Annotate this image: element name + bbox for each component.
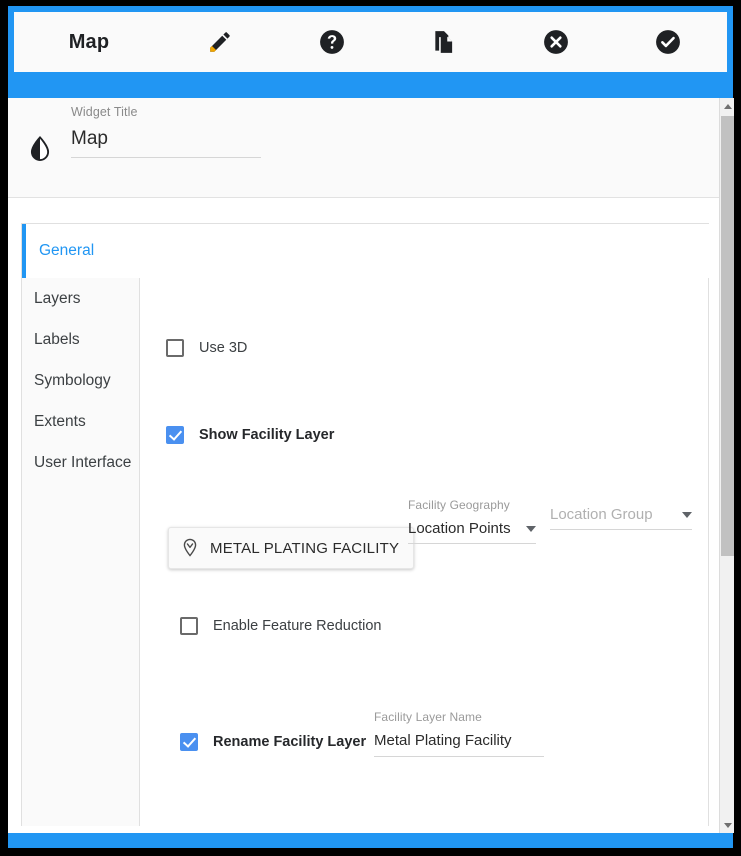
confirm-check-circle-icon bbox=[655, 29, 681, 55]
sidebar-item-labels[interactable]: Labels bbox=[22, 319, 139, 360]
cancel-circle-icon bbox=[543, 29, 569, 55]
use-3d-label: Use 3D bbox=[199, 340, 248, 356]
confirm-button[interactable] bbox=[612, 12, 724, 72]
opacity-droplet-icon bbox=[25, 134, 55, 164]
map-pin-icon bbox=[179, 537, 201, 559]
enable-feature-reduction-checkbox[interactable] bbox=[180, 617, 198, 635]
row-use-3d: Use 3D bbox=[166, 339, 733, 357]
settings-tab-rail: Layers Labels Symbology Extents User Int… bbox=[22, 224, 140, 826]
use-3d-checkbox[interactable] bbox=[166, 339, 184, 357]
rename-facility-layer-label: Rename Facility Layer bbox=[213, 734, 367, 750]
scroll-up-triangle bbox=[723, 103, 732, 109]
edit-pencil-button[interactable] bbox=[164, 12, 276, 72]
help-button[interactable] bbox=[276, 12, 388, 72]
facility-chip[interactable]: METAL PLATING FACILITY bbox=[168, 527, 415, 569]
facility-layer-name-wrap bbox=[374, 724, 544, 757]
app-root: Map Widget Title Map Layers Labels Symbo… bbox=[0, 0, 741, 856]
widget-title-field: Widget Title bbox=[71, 105, 261, 158]
sidebar-item-extents[interactable]: Extents bbox=[22, 401, 139, 442]
vertical-scrollbar[interactable] bbox=[719, 98, 734, 833]
widget-body: Widget Title Layers Labels Symbology Ext… bbox=[8, 98, 733, 833]
facility-layer-name-input[interactable] bbox=[374, 732, 544, 757]
settings-card: Layers Labels Symbology Extents User Int… bbox=[21, 223, 710, 826]
sidebar-item-layers[interactable]: Layers bbox=[22, 278, 139, 319]
facility-geography-value: Location Points bbox=[408, 520, 511, 537]
location-group-select[interactable]: Location Group bbox=[550, 506, 692, 530]
copy-document-icon bbox=[431, 29, 457, 55]
show-facility-layer-label: Show Facility Layer bbox=[199, 427, 335, 443]
sidebar-item-symbology[interactable]: Symbology bbox=[22, 360, 139, 401]
enable-feature-reduction-label: Enable Feature Reduction bbox=[213, 618, 382, 634]
widget-title-label: Widget Title bbox=[71, 105, 138, 119]
widget-title-input[interactable] bbox=[71, 128, 261, 158]
tab-label: General bbox=[39, 242, 95, 259]
copy-button[interactable] bbox=[388, 12, 500, 72]
facility-layer-name-field: Facility Layer Name bbox=[374, 710, 733, 757]
location-group-value: Location Group bbox=[550, 506, 653, 523]
enable-feature-reduction-checkbox-group[interactable]: Enable Feature Reduction bbox=[180, 617, 381, 635]
toolbar-title: Map bbox=[68, 30, 110, 53]
chevron-down-icon bbox=[526, 525, 536, 532]
tab-label: Layers bbox=[34, 289, 81, 307]
sidebar-item-general[interactable]: General bbox=[22, 224, 710, 278]
tab-label: Labels bbox=[34, 330, 80, 348]
facility-layer-name-label: Facility Layer Name bbox=[374, 710, 482, 724]
location-group-field: Location Group bbox=[550, 498, 733, 530]
scroll-down-arrow-icon[interactable] bbox=[720, 817, 735, 833]
tab-label: Symbology bbox=[34, 371, 111, 389]
scrollbar-thumb[interactable] bbox=[721, 116, 734, 556]
rename-facility-layer-checkbox[interactable] bbox=[180, 733, 198, 751]
sidebar-item-user-interface[interactable]: User Interface bbox=[22, 442, 139, 483]
widget-title-row: Widget Title bbox=[8, 98, 733, 198]
tab-label: Extents bbox=[34, 412, 86, 430]
widget-toolbar: Map bbox=[14, 12, 727, 72]
scroll-up-arrow-icon[interactable] bbox=[720, 98, 735, 114]
show-facility-layer-checkbox-group[interactable]: Show Facility Layer bbox=[166, 426, 334, 444]
chevron-down-icon bbox=[682, 511, 692, 518]
cancel-button[interactable] bbox=[500, 12, 612, 72]
settings-pane: Use 3D Show Facility Layer METAL PLATING… bbox=[140, 224, 708, 826]
show-facility-layer-checkbox[interactable] bbox=[166, 426, 184, 444]
rename-facility-layer-checkbox-group[interactable]: Rename Facility Layer bbox=[180, 733, 366, 751]
scroll-down-triangle bbox=[723, 822, 732, 828]
facility-chip-label: METAL PLATING FACILITY bbox=[210, 539, 400, 557]
row-show-facility-layer: Show Facility Layer bbox=[166, 426, 733, 444]
help-circle-icon bbox=[319, 29, 345, 55]
facility-geography-select[interactable]: Location Points bbox=[408, 520, 536, 544]
tab-label: User Interface bbox=[34, 453, 132, 471]
row-enable-feature-reduction: Enable Feature Reduction bbox=[180, 617, 733, 635]
edit-pencil-icon bbox=[207, 29, 233, 55]
use-3d-checkbox-group[interactable]: Use 3D bbox=[166, 339, 247, 357]
